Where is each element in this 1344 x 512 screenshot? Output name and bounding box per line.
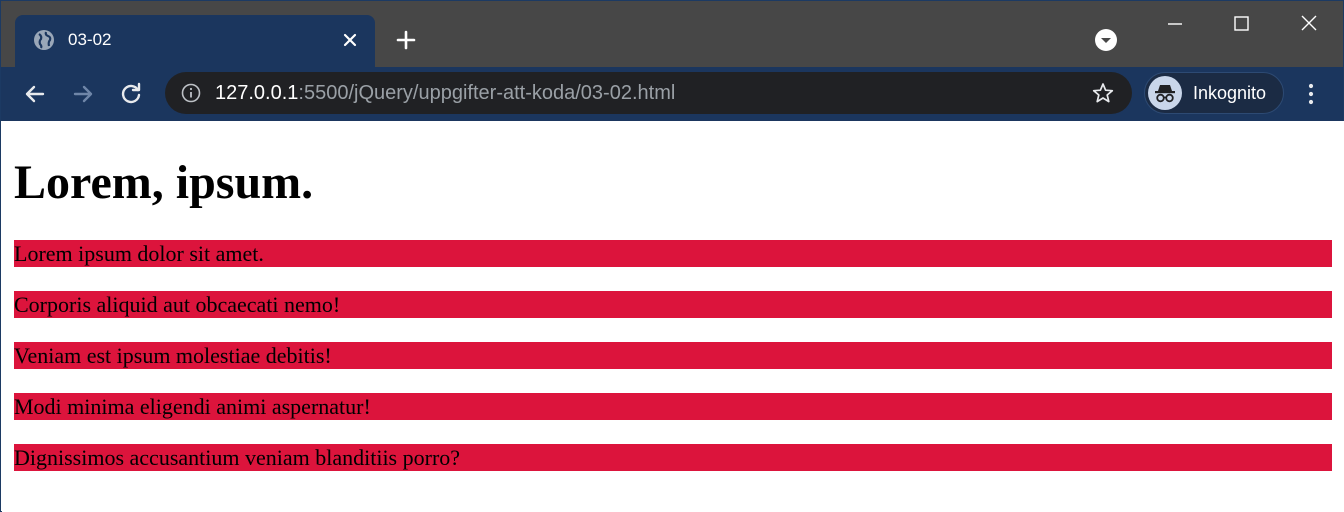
back-arrow-icon[interactable] [21,80,49,108]
highlighted-paragraph: Veniam est ipsum molestiae debitis! [14,342,1332,369]
reload-icon[interactable] [117,80,145,108]
new-tab-icon[interactable] [394,28,418,52]
highlighted-paragraph: Modi minima eligendi animi aspernatur! [14,393,1332,420]
close-tab-icon[interactable] [339,29,361,51]
bookmark-star-icon[interactable] [1092,82,1114,104]
url-text[interactable]: 127.0.0.1:5500/jQuery/uppgifter-att-koda… [215,81,675,105]
browser-window: 03-02 127.0.0.1:5500/jQuery/uppgifter-at… [0,0,1344,512]
address-bar[interactable]: 127.0.0.1:5500/jQuery/uppgifter-att-koda… [165,72,1132,114]
active-tab[interactable]: 03-02 [15,15,375,67]
url-path: :5500/jQuery/uppgifter-att-koda/03-02.ht… [298,82,676,104]
site-info-icon[interactable] [181,83,201,103]
url-host: 127.0.0.1 [215,82,299,104]
kebab-menu-icon[interactable] [1299,81,1323,107]
browser-toolbar: 127.0.0.1:5500/jQuery/uppgifter-att-koda… [1,67,1343,121]
minimize-icon[interactable] [1157,7,1193,39]
profile-label: Inkognito [1193,83,1267,103]
highlighted-paragraph: Lorem ipsum dolor sit amet. [14,240,1332,267]
tab-search-icon[interactable] [1094,28,1118,52]
close-window-icon[interactable] [1291,7,1327,39]
globe-icon [33,29,55,51]
highlighted-paragraph: Corporis aliquid aut obcaecati nemo! [14,291,1332,318]
incognito-profile-button[interactable]: Inkognito [1144,72,1284,114]
tab-title: 03-02 [68,30,112,49]
tab-strip: 03-02 [1,1,1343,67]
highlighted-paragraph: Dignissimos accusantium veniam blanditii… [14,444,1332,471]
incognito-icon [1148,76,1182,110]
page-viewport: Lorem, ipsum. Lorem ipsum dolor sit amet… [2,121,1344,512]
forward-arrow-icon[interactable] [69,80,97,108]
maximize-icon[interactable] [1223,7,1259,39]
page-heading: Lorem, ipsum. [14,156,314,209]
